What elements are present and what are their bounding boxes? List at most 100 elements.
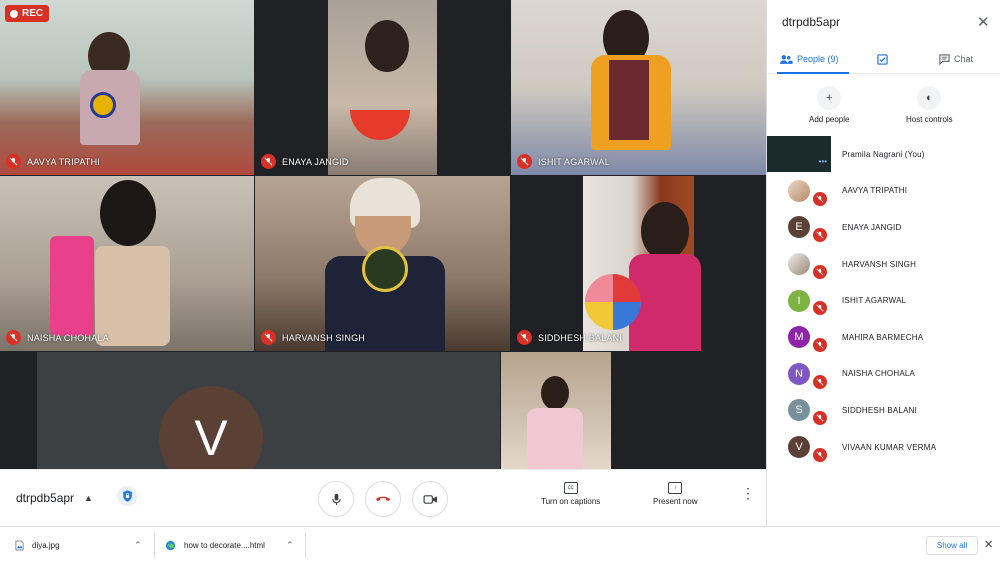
- avatar: N: [788, 362, 810, 385]
- participant-row[interactable]: I ISHIT AGARWAL: [767, 282, 1000, 319]
- divider: [154, 533, 155, 558]
- download-bar: diya.jpg ⌃ how to decorate....html ⌃ Sho…: [0, 526, 1000, 563]
- participant-row[interactable]: AAVYA TRIPATHI: [767, 173, 1000, 210]
- mic-off-icon: [812, 190, 828, 207]
- meeting-code: dtrpdb5apr: [16, 491, 75, 505]
- recording-badge: REC: [5, 5, 50, 22]
- chevron-up-icon[interactable]: ⌃: [286, 540, 294, 551]
- video-camera-icon: [422, 494, 437, 504]
- avatar: M: [788, 326, 810, 349]
- avatar: V: [788, 436, 810, 459]
- add-person-icon: +: [817, 86, 842, 110]
- video-tile[interactable]: V: [37, 352, 500, 469]
- tab-activities[interactable]: [877, 44, 888, 74]
- security-shield-icon[interactable]: [117, 486, 137, 506]
- end-call-button[interactable]: [365, 481, 401, 517]
- download-item[interactable]: diya.jpg ⌃: [15, 527, 145, 563]
- checkbox-icon: [877, 53, 888, 65]
- video-tile[interactable]: SIDDHESH BALANI: [511, 176, 766, 351]
- participant-name: MAHIRA BARMECHA: [842, 332, 924, 342]
- avatar: [788, 179, 810, 202]
- participant-name: SIDDHESH BALANI: [842, 405, 918, 415]
- participant-row[interactable]: S SIDDHESH BALANI: [767, 392, 1000, 429]
- active-tab-indicator: [777, 72, 849, 74]
- participant-name: ISHIT AGARWAL: [842, 296, 907, 306]
- participant-name: NAISHA CHOHALA: [27, 332, 109, 343]
- close-icon[interactable]: ✕: [984, 538, 993, 551]
- participant-name: AAVYA TRIPATHI: [842, 186, 908, 196]
- host-controls-button[interactable]: ◐ Host controls: [906, 86, 953, 124]
- participant-name: HARVANSH SINGH: [282, 332, 365, 343]
- participant-row[interactable]: V VIVAAN KUMAR VERMA: [767, 429, 1000, 466]
- details-panel: dtrpdb5apr ✕ People (9) Chat + Add peopl…: [766, 0, 1000, 526]
- call-controls-bar: dtrpdb5apr ▲ cc Turn on captions ↑ Prese…: [0, 469, 766, 526]
- participant-avatar: V: [159, 386, 263, 469]
- video-grid: AAVYA TRIPATHI REC ENAYA JANGID ISHIT AG…: [0, 0, 766, 469]
- tab-chat[interactable]: Chat: [939, 44, 973, 74]
- download-filename: diya.jpg: [32, 541, 60, 550]
- avatar: E: [788, 216, 810, 239]
- participant-name: AAVYA TRIPATHI: [27, 156, 100, 167]
- participant-row[interactable]: ••• Pramila Nagrani (You): [767, 136, 1000, 173]
- present-screen-icon: ↑: [668, 482, 683, 494]
- people-icon: [779, 54, 793, 64]
- image-file-icon: [15, 540, 24, 551]
- mic-off-icon: [812, 373, 828, 390]
- participant-name: SIDDHESH BALANI: [538, 332, 623, 343]
- hang-up-icon: [376, 496, 390, 501]
- participant-name: Pramila Nagrani (You): [842, 149, 925, 159]
- mic-off-icon: [261, 154, 276, 169]
- mic-off-icon: [6, 154, 21, 169]
- microphone-icon: [331, 493, 341, 505]
- tab-people[interactable]: People (9): [779, 44, 839, 74]
- video-tile[interactable]: HARVANSH SINGH: [255, 176, 510, 351]
- video-tile[interactable]: ENAYA JANGID: [255, 0, 510, 175]
- panel-title: dtrpdb5apr: [782, 15, 841, 29]
- mic-off-icon: [812, 263, 828, 280]
- avatar: S: [788, 399, 810, 422]
- camera-button[interactable]: [412, 481, 448, 517]
- more-options-icon[interactable]: ⋮: [741, 486, 755, 500]
- participant-name: ENAYA JANGID: [842, 222, 902, 232]
- participant-list: ••• Pramila Nagrani (You) AAVYA TRIPATHI…: [767, 136, 1000, 465]
- video-tile[interactable]: ISHIT AGARWAL: [511, 0, 766, 175]
- captions-button[interactable]: cc Turn on captions: [541, 482, 600, 506]
- close-icon[interactable]: ✕: [977, 13, 990, 31]
- mic-off-icon: [812, 410, 828, 427]
- mic-off-icon: [812, 446, 828, 463]
- video-tile[interactable]: NAISHA CHOHALA: [0, 176, 254, 351]
- add-people-button[interactable]: + Add people: [809, 86, 849, 124]
- mic-off-icon: [517, 154, 532, 169]
- meeting-details[interactable]: dtrpdb5apr ▲: [16, 491, 93, 505]
- mic-off-icon: [517, 330, 532, 345]
- video-tile[interactable]: [501, 352, 611, 469]
- mic-off-icon: [812, 336, 828, 353]
- participant-row[interactable]: M MAHIRA BARMECHA: [767, 319, 1000, 356]
- download-item[interactable]: how to decorate....html ⌃: [165, 527, 300, 563]
- video-tile[interactable]: AAVYA TRIPATHI REC: [0, 0, 254, 175]
- record-dot-icon: [10, 9, 18, 18]
- avatar: [788, 253, 810, 276]
- microphone-button[interactable]: [318, 481, 354, 517]
- participant-row[interactable]: HARVANSH SINGH: [767, 246, 1000, 283]
- participant-row[interactable]: E ENAYA JANGID: [767, 209, 1000, 246]
- present-now-button[interactable]: ↑ Present now: [653, 482, 697, 506]
- divider: [305, 533, 306, 558]
- participant-name: ENAYA JANGID: [282, 156, 349, 167]
- mic-off-icon: [261, 330, 276, 345]
- toggle-icon: ◐: [917, 86, 942, 110]
- participant-name: HARVANSH SINGH: [842, 259, 917, 269]
- mic-off-icon: [6, 330, 21, 345]
- self-video-thumbnail: •••: [767, 136, 831, 172]
- download-filename: how to decorate....html: [184, 541, 265, 550]
- chat-icon: [939, 53, 950, 65]
- meet-window: AAVYA TRIPATHI REC ENAYA JANGID ISHIT AG…: [0, 0, 1000, 563]
- panel-tabs: People (9) Chat: [767, 44, 1000, 74]
- participant-name: NAISHA CHOHALA: [842, 369, 916, 379]
- show-all-button[interactable]: Show all: [926, 536, 978, 555]
- chevron-up-icon[interactable]: ⌃: [134, 540, 142, 551]
- edge-browser-icon: [165, 540, 176, 551]
- participant-row[interactable]: N NAISHA CHOHALA: [767, 356, 1000, 393]
- avatar: I: [788, 289, 810, 312]
- mic-off-icon: [812, 227, 828, 244]
